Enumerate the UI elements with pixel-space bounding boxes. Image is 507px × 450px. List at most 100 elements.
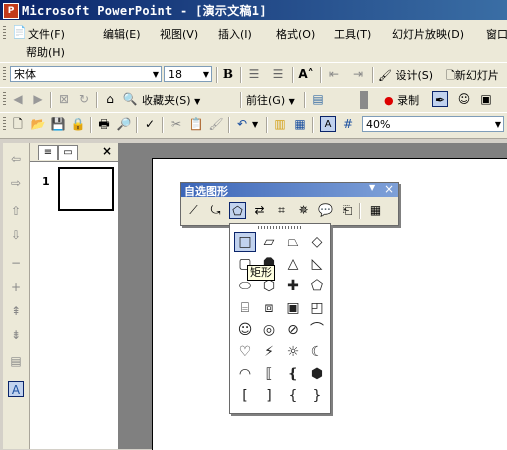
arrow-down-icon[interactable]: ⇩ — [8, 227, 24, 243]
show-formatting-icon[interactable]: A — [320, 116, 336, 132]
menu-tools[interactable]: 工具(T) — [334, 26, 371, 42]
chevron-down-icon[interactable]: ▼ — [153, 67, 159, 83]
basic-shapes-icon[interactable]: ⬠ — [229, 202, 246, 219]
home-icon[interactable]: ⌂ — [102, 91, 118, 107]
triangle-icon[interactable]: △ — [282, 254, 304, 274]
cross-icon[interactable]: ✚ — [282, 276, 304, 296]
save-icon[interactable]: 💾 — [50, 116, 66, 132]
chevron-down-icon[interactable]: ▼ — [369, 183, 375, 192]
presentation-icon[interactable]: ▣ — [478, 91, 494, 107]
favorites-button[interactable]: 收藏夹(S) ▼ — [142, 92, 200, 108]
insert-chart-icon[interactable]: ▥ — [272, 116, 288, 132]
stars-banners-icon[interactable]: ✵ — [295, 202, 312, 219]
increase-font-icon[interactable]: A˄ — [298, 66, 314, 82]
parallelogram-icon[interactable]: ▱ — [258, 232, 280, 252]
toolbar-grip[interactable] — [3, 92, 6, 107]
arc-icon[interactable]: ◠ — [234, 364, 256, 384]
toolbar-grip[interactable] — [3, 117, 6, 132]
zoom-combo[interactable]: 40% ▼ — [362, 116, 504, 132]
bullets-icon[interactable]: ☰ — [270, 66, 286, 82]
font-name-combo[interactable]: 宋体 ▼ — [10, 66, 162, 82]
print-preview-icon[interactable]: 🔎 — [116, 116, 132, 132]
plaque-icon[interactable]: ⬢ — [306, 364, 328, 384]
smiley-icon[interactable]: ☺ — [234, 320, 256, 340]
tab-outline[interactable]: ≡ — [38, 145, 58, 160]
show-only-web-toolbar-icon[interactable]: ▤ — [310, 91, 326, 107]
close-icon[interactable]: × — [384, 182, 394, 196]
menu-insert[interactable]: 插入(I) — [218, 26, 252, 42]
no-symbol-icon[interactable]: ⊘ — [282, 320, 304, 340]
folded-corner-icon[interactable]: ◰ — [306, 298, 328, 318]
trapezoid-icon[interactable]: ⏢ — [282, 232, 304, 252]
diamond-icon[interactable]: ◇ — [306, 232, 328, 252]
search-icon[interactable]: 🔍 — [122, 91, 138, 107]
menu-window[interactable]: 窗口 — [486, 26, 507, 42]
cut-icon[interactable]: ✂ — [168, 116, 184, 132]
format-painter-icon[interactable]: 🖌 — [208, 116, 224, 132]
close-icon[interactable]: × — [102, 144, 112, 158]
stop-icon[interactable]: ⊠ — [56, 91, 72, 107]
right-bracket-icon[interactable]: ] — [258, 386, 280, 406]
paste-icon[interactable]: 📋 — [188, 116, 204, 132]
arrow-left-icon[interactable]: ⇦ — [8, 151, 24, 167]
menubar-grip[interactable] — [3, 26, 6, 41]
menu-slideshow[interactable]: 幻灯片放映(D) — [392, 26, 464, 42]
menu-format[interactable]: 格式(O) — [276, 26, 315, 42]
left-bracket-icon[interactable]: [ — [234, 386, 256, 406]
bevel-icon[interactable]: ▣ — [282, 298, 304, 318]
rectangle-icon[interactable]: □ — [234, 232, 256, 252]
new-icon[interactable]: 🗋 — [10, 116, 26, 132]
arrow-right-icon[interactable]: ⇨ — [8, 175, 24, 191]
callouts-icon[interactable]: 💬 — [317, 202, 334, 219]
sun-icon[interactable]: ☼ — [282, 342, 304, 362]
cube-icon[interactable]: ⧈ — [258, 298, 280, 318]
heart-icon[interactable]: ♡ — [234, 342, 256, 362]
increase-indent-icon[interactable]: ⇥ — [350, 66, 366, 82]
design-button[interactable]: 🖌 设计(S) — [378, 67, 433, 83]
block-arrows-icon[interactable]: ⇄ — [251, 202, 268, 219]
collapse-icon[interactable]: − — [8, 255, 24, 271]
flowchart-icon[interactable]: ⌗ — [273, 202, 290, 219]
permission-icon[interactable]: 🔒 — [70, 116, 86, 132]
menu-view[interactable]: 视图(V) — [160, 26, 198, 42]
ink-comment-icon[interactable]: ☺ — [456, 91, 472, 107]
decrease-indent-icon[interactable]: ⇤ — [326, 66, 342, 82]
collapse-all-icon[interactable]: ⇞ — [8, 303, 24, 319]
lightning-icon[interactable]: ⚡ — [258, 342, 280, 362]
expand-all-icon[interactable]: ⇟ — [8, 327, 24, 343]
toolbar-handle[interactable] — [360, 91, 368, 109]
back-icon[interactable]: ◀ — [10, 91, 26, 107]
numbering-icon[interactable]: ☰ — [246, 66, 262, 82]
lines-icon[interactable]: ⟋ — [185, 202, 202, 219]
undo-icon[interactable]: ↶ — [234, 116, 250, 132]
forward-icon[interactable]: ▶ — [30, 91, 46, 107]
chevron-down-icon[interactable]: ▼ — [203, 67, 209, 83]
document-icon[interactable]: 📄 — [12, 25, 27, 39]
double-bracket-icon[interactable]: ⟦ — [258, 364, 280, 384]
summary-slide-icon[interactable]: ▤ — [8, 353, 24, 369]
spelling-icon[interactable]: ✓ — [142, 116, 158, 132]
ink-pen-icon[interactable]: ✒ — [432, 91, 448, 107]
goto-button[interactable]: 前往(G) ▼ — [246, 92, 295, 108]
left-brace-icon[interactable]: { — [282, 386, 304, 406]
arrow-up-icon[interactable]: ⇧ — [8, 203, 24, 219]
donut-icon[interactable]: ◎ — [258, 320, 280, 340]
pentagon-icon[interactable]: ⬠ — [306, 276, 328, 296]
more-autoshapes-icon[interactable]: ▦ — [367, 202, 384, 219]
menu-help[interactable]: 帮助(H) — [26, 44, 65, 60]
chevron-down-icon[interactable]: ▼ — [495, 117, 501, 133]
show-grid-icon[interactable]: # — [340, 116, 356, 132]
slide-thumbnail[interactable] — [58, 167, 114, 211]
expand-icon[interactable]: + — [8, 279, 24, 295]
tab-slides[interactable]: ▭ — [58, 145, 78, 160]
can-icon[interactable]: ⌸ — [234, 298, 256, 318]
chevron-down-icon[interactable]: ▼ — [252, 120, 258, 129]
toolbar-grip[interactable] — [3, 67, 6, 82]
connectors-icon[interactable]: ⤿ — [207, 202, 224, 219]
right-triangle-icon[interactable]: ◺ — [306, 254, 328, 274]
insert-table-icon[interactable]: ▦ — [292, 116, 308, 132]
refresh-icon[interactable]: ↻ — [76, 91, 92, 107]
font-size-combo[interactable]: 18 ▼ — [164, 66, 212, 82]
open-icon[interactable]: 📂 — [30, 116, 46, 132]
bold-button[interactable]: B — [220, 66, 236, 82]
